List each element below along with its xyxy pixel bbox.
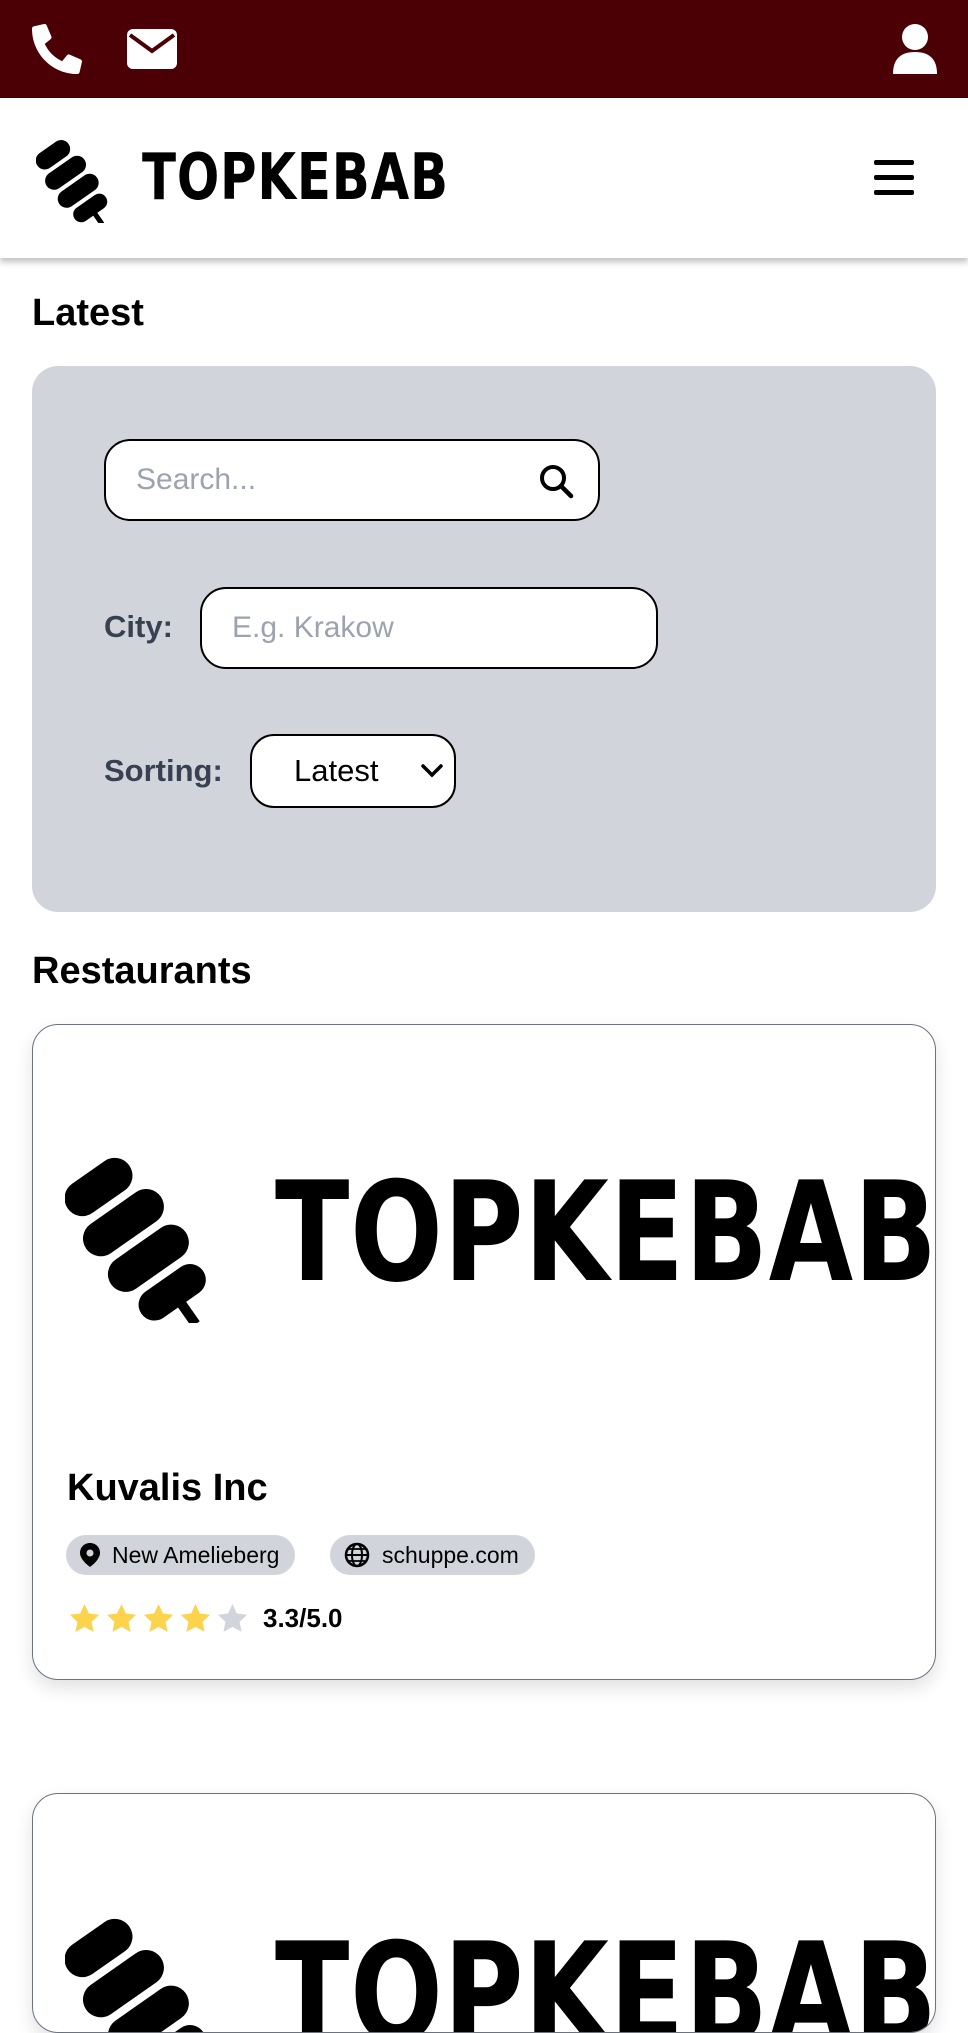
sorting-select[interactable]: Latest <box>250 734 456 808</box>
envelope-icon[interactable] <box>126 0 178 98</box>
kebab-logo-icon <box>65 1157 206 1323</box>
website-badge[interactable]: schuppe.com <box>330 1535 535 1575</box>
star-icon <box>180 1604 211 1632</box>
sorting-label: Sorting: <box>104 753 223 788</box>
restaurant-logo-text: TOPKEBAB <box>275 1152 936 1313</box>
city-field[interactable] <box>200 587 658 669</box>
search-field[interactable] <box>104 439 600 521</box>
rating-stars <box>67 1602 252 1636</box>
map-pin-icon <box>80 1543 100 1567</box>
restaurant-card[interactable]: TOPKEBAB Kuvalis Inc New Amelieberg schu… <box>32 1024 936 1680</box>
main-navbar: TOPKEBAB <box>0 98 968 258</box>
restaurant-name[interactable]: Kuvalis Inc <box>67 1467 268 1510</box>
search-icon[interactable] <box>538 463 574 504</box>
restaurant-logo-image: TOPKEBAB <box>65 1904 936 2033</box>
restaurant-card[interactable]: TOPKEBAB <box>32 1793 936 2033</box>
kebab-logo-icon <box>36 140 108 223</box>
location-badge: New Amelieberg <box>66 1535 296 1575</box>
chevron-down-icon <box>420 762 444 785</box>
sorting-selected-value: Latest <box>294 753 379 788</box>
star-icon <box>217 1604 248 1632</box>
brand-name: TOPKEBAB <box>142 141 449 215</box>
star-icon <box>69 1604 100 1632</box>
location-text: New Amelieberg <box>112 1541 280 1568</box>
website-link[interactable]: schuppe.com <box>382 1542 519 1569</box>
hamburger-icon[interactable] <box>872 158 920 203</box>
rating-text: 3.3/5.0 <box>263 1603 343 1633</box>
restaurants-heading: Restaurants <box>32 950 252 992</box>
kebab-logo-icon <box>65 1918 206 2032</box>
top-contact-bar <box>0 0 968 98</box>
globe-icon <box>344 1542 370 1568</box>
latest-heading: Latest <box>32 292 144 334</box>
restaurant-logo-image: TOPKEBAB <box>65 1143 936 1323</box>
phone-icon[interactable] <box>30 0 84 98</box>
brand-logo[interactable]: TOPKEBAB <box>36 133 535 223</box>
star-icon <box>106 1604 137 1632</box>
star-icon <box>143 1604 174 1632</box>
city-label: City: <box>104 609 173 644</box>
user-icon[interactable] <box>892 0 938 98</box>
city-input[interactable] <box>232 589 612 667</box>
restaurant-logo-text: TOPKEBAB <box>275 1913 936 2033</box>
search-input[interactable] <box>136 441 516 519</box>
